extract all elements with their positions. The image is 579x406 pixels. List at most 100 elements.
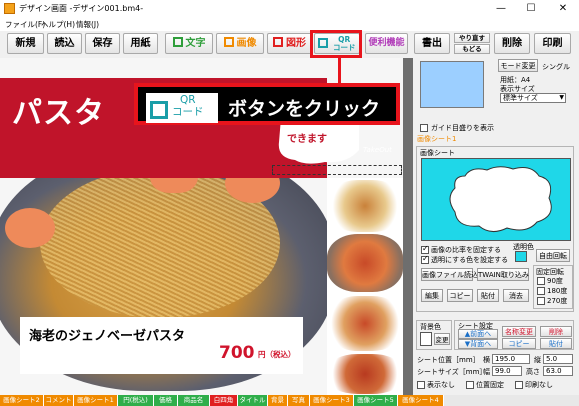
redo-button[interactable]: やり直す	[454, 33, 490, 43]
dish-name[interactable]: 海老のジェノベーゼパスタ	[29, 325, 185, 344]
side-photos[interactable]	[327, 178, 403, 395]
delete-button[interactable]: 削除	[494, 33, 530, 54]
sheet-tab[interactable]: 円(税込)	[118, 395, 154, 406]
image-sheet-group: 画像シート 画像の比率を固定する 透明にする色を設定する 透明色 自由回転 画像…	[416, 146, 574, 312]
rotate-180-checkbox[interactable]	[537, 287, 545, 295]
export-button[interactable]: 書出	[414, 33, 450, 54]
copy-button[interactable]: コピー	[447, 289, 473, 302]
sheet-tab[interactable]: 写真	[288, 395, 310, 406]
paper-button[interactable]: 用紙	[123, 33, 158, 54]
side-photo-4[interactable]	[327, 354, 403, 394]
sheet-delete-button[interactable]: 削除	[540, 326, 572, 337]
height-label: 高さ	[526, 368, 540, 376]
price-tax-label[interactable]: 円（税込）	[258, 349, 296, 360]
side-photo-1[interactable]	[327, 180, 403, 232]
callout-qr-button: QR コード	[146, 93, 218, 123]
erase-button[interactable]: 消去	[503, 289, 529, 302]
side-photo-2[interactable]	[327, 234, 403, 292]
print-button[interactable]: 印刷	[534, 33, 571, 54]
menu-info[interactable]: 情報(J)	[76, 19, 99, 30]
window-title: デザイン画面 -デザイン001.bm4-	[19, 4, 144, 13]
position-y-input[interactable]: 5.0	[543, 354, 573, 364]
rotate-270-checkbox[interactable]	[537, 297, 545, 305]
new-button[interactable]: 新規	[7, 33, 44, 54]
hide-checkbox[interactable]	[417, 381, 425, 389]
rename-button[interactable]: 名称変更	[502, 326, 536, 337]
image-button[interactable]: 画像	[216, 33, 264, 54]
sheet-tab[interactable]: 白四角	[210, 395, 238, 406]
display-size-select[interactable]: 標準サイズ ▼	[500, 93, 566, 103]
shrimp-shape	[5, 208, 55, 248]
twain-load-button[interactable]: TWAIN取り込み	[477, 268, 529, 281]
background-color-swatch[interactable]	[420, 332, 432, 346]
caption-box[interactable]: 海老のジェノベーゼパスタ 700 円（税込）	[20, 317, 303, 374]
property-panel: モード変更 シングル 用紙：A4 表示サイズ 標準サイズ ▼ ガイド目盛りを表示…	[414, 58, 579, 395]
keep-ratio-label: 画像の比率を固定する	[431, 246, 501, 254]
maximize-button[interactable]: ☐	[517, 0, 545, 18]
text-icon	[172, 37, 183, 47]
shape-icon	[273, 37, 283, 47]
menu-file[interactable]: ファイル(F)	[5, 19, 45, 30]
mode-change-button[interactable]: モード変更	[498, 59, 538, 72]
fix-position-checkbox[interactable]	[466, 381, 474, 389]
to-back-button[interactable]: ▼背面へ	[458, 339, 498, 349]
sheet-tab[interactable]: コメント	[44, 395, 74, 406]
size-height-input[interactable]: 63.0	[543, 366, 573, 376]
sheet-tab[interactable]: タイトル	[238, 395, 268, 406]
sheet-tab[interactable]: 画像シート3	[310, 395, 354, 406]
change-button[interactable]: 変更	[434, 333, 450, 345]
to-front-button[interactable]: ▲前面へ	[458, 329, 498, 339]
text-button[interactable]: 文字	[165, 33, 213, 54]
paste-button[interactable]: 貼付	[477, 289, 499, 302]
size-width-input[interactable]: 99.0	[492, 366, 522, 376]
no-print-checkbox[interactable]	[515, 381, 523, 389]
paper-preview	[420, 61, 484, 108]
close-button[interactable]: ✕	[549, 0, 577, 18]
sheet-settings-group: シート設定 ▲前面へ ▼背面へ 名称変更 コピー 削除 貼付	[454, 320, 574, 350]
display-size-value: 標準サイズ	[503, 94, 538, 102]
transparent-checkbox[interactable]	[421, 254, 429, 264]
rotate-90-checkbox[interactable]	[537, 277, 545, 285]
side-photo-3[interactable]	[327, 296, 403, 351]
sheet-tab[interactable]: 商品名	[178, 395, 210, 406]
current-sheet-name: 画像シート1	[417, 135, 457, 143]
undo-button[interactable]: もどる	[454, 44, 490, 54]
sheet-tab[interactable]: 画像シート5	[354, 395, 398, 406]
callout-highlight	[310, 30, 362, 58]
image-file-load-button[interactable]: 画像ファイル読込	[421, 268, 478, 281]
free-rotate-button[interactable]: 自由回転	[536, 249, 570, 262]
qr-code-icon	[150, 101, 168, 119]
position-x-input[interactable]: 195.0	[492, 354, 530, 364]
open-button[interactable]: 読込	[47, 33, 82, 54]
bubble-text: できます	[287, 134, 327, 145]
minimize-button[interactable]: —	[487, 0, 515, 18]
sheet-tab[interactable]: 画像シート1	[74, 395, 118, 406]
sheet-paste-button[interactable]: 貼付	[540, 338, 572, 349]
image-sheet-preview[interactable]	[421, 158, 571, 241]
sheet-tab[interactable]: 画像シート2	[0, 395, 44, 406]
save-button[interactable]: 保存	[85, 33, 120, 54]
shape-button[interactable]: 図形	[267, 33, 312, 54]
callout-banner: QR コード ボタンをクリック	[134, 83, 400, 125]
takeout-label: TakeOut	[363, 146, 392, 154]
convenience-button[interactable]: 便利機能	[365, 33, 408, 54]
banner-title[interactable]: パスタ	[12, 88, 105, 132]
text-button-label: 文字	[185, 38, 206, 49]
vertical-label: 縦	[534, 356, 541, 364]
sheet-tab[interactable]: 画像シート4	[398, 395, 444, 406]
edit-button[interactable]: 編集	[421, 289, 443, 302]
menu-help[interactable]: ヘルプ(H)	[41, 19, 75, 30]
design-window: デザイン画面 -デザイン001.bm4- — ☐ ✕ ファイル(F) ヘルプ(H…	[0, 0, 579, 406]
keep-ratio-checkbox[interactable]	[421, 244, 429, 254]
sheet-tabs: 画像シート2 コメント 画像シート1 円(税込) 価格 商品名 白四角 タイトル 背景 写真 画像シ…	[0, 395, 579, 406]
sheet-tab[interactable]: 背景	[268, 395, 288, 406]
callout-stem	[338, 56, 341, 83]
title-bar: デザイン画面 -デザイン001.bm4- — ☐ ✕	[0, 0, 579, 18]
price[interactable]: 700	[219, 343, 255, 363]
transparent-color-swatch[interactable]	[515, 251, 527, 262]
sheet-copy-button[interactable]: コピー	[502, 338, 536, 349]
sheet-tab[interactable]: 価格	[154, 395, 178, 406]
chevron-down-icon: ▼	[559, 94, 564, 101]
guide-checkbox[interactable]	[420, 124, 428, 132]
sheet-size-label: シートサイズ［mm］	[417, 368, 487, 376]
